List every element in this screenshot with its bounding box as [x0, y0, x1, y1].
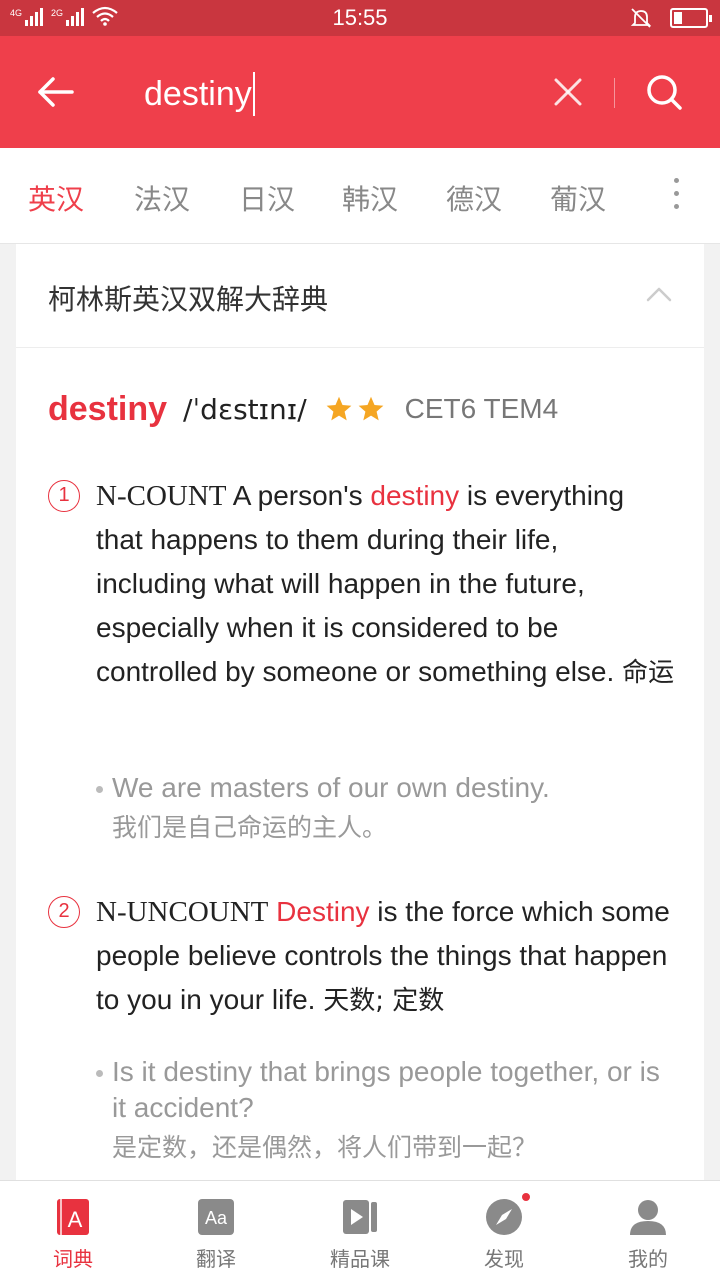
svg-text:A: A: [68, 1207, 83, 1232]
example-chinese: 我们是自己命运的主人。: [112, 813, 388, 842]
status-time: 15:55: [332, 5, 388, 30]
translate-icon: Aa: [196, 1197, 236, 1237]
chinese-definition: 命运: [622, 658, 675, 688]
star-icon: [326, 396, 352, 421]
nav-label: 词典: [53, 1247, 93, 1271]
nav-profile[interactable]: 我的: [593, 1197, 703, 1272]
nav-courses[interactable]: 精品课: [305, 1197, 415, 1272]
clear-icon[interactable]: [552, 76, 584, 108]
headword-row: destiny /ˈdɛstɪnɪ/ CET6 TEM4: [48, 384, 558, 434]
exam-levels: CET6 TEM4: [404, 393, 559, 424]
more-options-icon[interactable]: [668, 178, 684, 214]
mute-bell-icon: [630, 8, 652, 28]
notification-dot: [520, 1191, 532, 1203]
search-icon[interactable]: [644, 72, 684, 112]
chevron-up-icon[interactable]: [646, 286, 672, 302]
example-chinese: 是定数，还是偶然，将人们带到一起？: [112, 1133, 538, 1162]
frequency-stars: [325, 395, 385, 423]
course-icon: [340, 1197, 380, 1237]
headword: destiny: [48, 389, 168, 428]
phonetic: /ˈdɛstɪnɪ/: [183, 392, 307, 426]
header-divider: [614, 78, 615, 108]
nav-label: 发现: [484, 1247, 524, 1271]
nav-label: 翻译: [196, 1247, 236, 1271]
star-icon: [358, 396, 384, 421]
bullet: [96, 786, 103, 793]
compass-icon: [484, 1191, 532, 1237]
profile-icon: [628, 1197, 668, 1237]
search-input[interactable]: destiny: [144, 72, 255, 116]
sense-number: 1: [48, 480, 80, 512]
signal-indicators: 4G 2G: [10, 6, 118, 26]
tab-portuguese-chinese[interactable]: 葡汉: [550, 178, 606, 218]
example-english: Is it destiny that brings people togethe…: [112, 1056, 660, 1123]
battery-icon: [670, 8, 712, 28]
tab-german-chinese[interactable]: 德汉: [446, 178, 502, 218]
tab-english-chinese[interactable]: 英汉: [28, 178, 84, 218]
nav-translate[interactable]: Aa 翻译: [161, 1197, 271, 1272]
signal-2g-icon: 2G: [51, 8, 85, 26]
nav-label: 我的: [628, 1247, 668, 1271]
bottom-nav: A 词典 Aa 翻译 精品课 发现 我的: [0, 1180, 720, 1280]
status-right: [630, 7, 712, 29]
tab-japanese-chinese[interactable]: 日汉: [239, 178, 295, 218]
back-arrow-icon[interactable]: [36, 72, 76, 112]
wifi-icon: [92, 6, 118, 26]
nav-label: 精品课: [330, 1247, 390, 1271]
signal-4g-icon: 4G: [10, 8, 44, 26]
highlighted-headword: destiny: [370, 480, 460, 511]
search-header: destiny: [0, 36, 720, 148]
nav-discover[interactable]: 发现: [449, 1191, 559, 1272]
svg-text:Aa: Aa: [205, 1208, 228, 1228]
dictionary-card: 柯林斯英汉双解大辞典 destiny /ˈdɛstɪnɪ/ CET6 TEM4 …: [16, 244, 704, 1180]
part-of-speech: N-UNCOUNT: [96, 896, 269, 928]
nav-dictionary[interactable]: A 词典: [18, 1197, 128, 1272]
part-of-speech: N-COUNT: [96, 480, 227, 512]
tab-korean-chinese[interactable]: 韩汉: [342, 178, 398, 218]
tab-french-chinese[interactable]: 法汉: [134, 178, 190, 218]
sense-definition: N-COUNT A person's destiny is everything…: [96, 480, 675, 688]
bullet: [96, 1070, 103, 1077]
dictionary-title: 柯林斯英汉双解大辞典: [48, 283, 329, 316]
chinese-definition: 天数; 定数: [323, 986, 445, 1016]
example-english: We are masters of our own destiny.: [112, 772, 550, 803]
sense-definition: N-UNCOUNT Destiny is the force which som…: [96, 896, 670, 1016]
status-bar: 4G 2G 15:55: [0, 0, 720, 36]
dictionary-icon: A: [53, 1197, 93, 1237]
card-header[interactable]: 柯林斯英汉双解大辞典: [16, 244, 704, 348]
sense-number: 2: [48, 896, 80, 928]
language-tabs: 英汉 法汉 日汉 韩汉 德汉 葡汉: [0, 148, 720, 244]
highlighted-headword: Destiny: [276, 896, 370, 927]
